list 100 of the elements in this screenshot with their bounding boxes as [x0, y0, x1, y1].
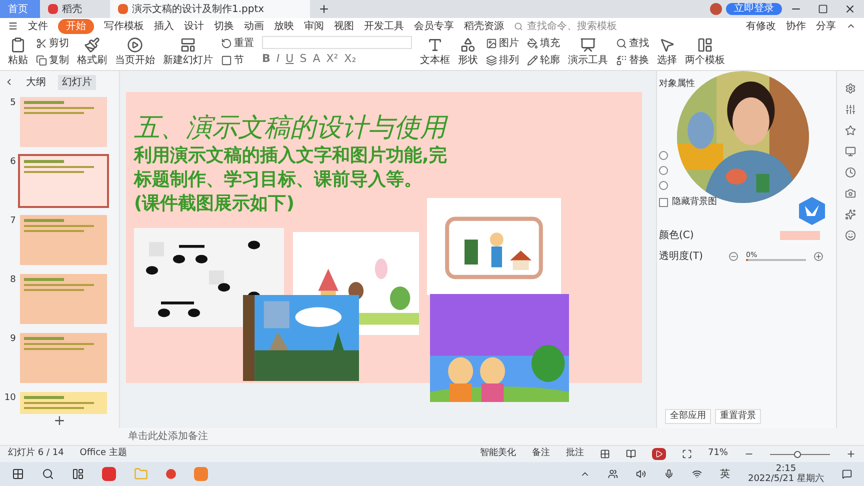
search-icon[interactable]: [42, 468, 54, 480]
search-field[interactable]: 查找命令、搜索模板: [514, 18, 617, 34]
maximize-icon[interactable]: [818, 4, 828, 14]
ribbon-button[interactable]: 轮廓: [527, 53, 560, 68]
slide-thumbnail[interactable]: [20, 274, 107, 324]
menu-tab[interactable]: 设计: [184, 18, 204, 34]
ribbon-button[interactable]: 文本框: [420, 36, 450, 68]
fit-icon[interactable]: [682, 449, 692, 459]
comments-button[interactable]: 批注: [566, 447, 584, 461]
menu-tab[interactable]: 开发工具: [364, 18, 404, 34]
action-button[interactable]: 有修改: [746, 18, 776, 34]
menu-tab[interactable]: 放映: [274, 18, 294, 34]
format-button[interactable]: S: [300, 51, 307, 68]
app-icon[interactable]: [166, 469, 176, 479]
close-icon[interactable]: [844, 3, 856, 15]
radio-button[interactable]: [659, 181, 668, 190]
notification-icon[interactable]: [842, 469, 852, 479]
gear-icon[interactable]: [845, 83, 856, 94]
ribbon-button[interactable]: 图片: [486, 36, 519, 51]
clock-icon[interactable]: [845, 167, 856, 178]
ribbon-button[interactable]: 复制: [36, 53, 69, 68]
reading-view-icon[interactable]: [626, 449, 636, 459]
ribbon-button[interactable]: 形状: [458, 36, 478, 68]
ribbon-button[interactable]: 排列: [486, 53, 519, 68]
ribbon-button[interactable]: 剪切: [36, 36, 69, 51]
slide-text: 标题制作、学习目标、课前导入等。: [134, 168, 423, 192]
slide-thumbnail[interactable]: [20, 97, 107, 147]
ribbon-button[interactable]: 重置: [221, 36, 254, 51]
zoom-thumb[interactable]: [794, 450, 801, 458]
color-dropdown[interactable]: [780, 230, 820, 240]
slide-thumbnail[interactable]: [20, 333, 107, 383]
format-button[interactable]: U: [286, 51, 294, 68]
document-tab[interactable]: 稻壳: [40, 0, 110, 18]
slide-thumbnail[interactable]: [20, 215, 107, 265]
format-button[interactable]: X²: [326, 51, 338, 68]
grid-view-icon[interactable]: [600, 449, 610, 459]
add-slide-button[interactable]: +: [0, 414, 119, 428]
ribbon-button[interactable]: 查找: [616, 36, 649, 51]
menu-tab[interactable]: 视图: [334, 18, 354, 34]
ribbon-button[interactable]: 填充: [527, 36, 560, 51]
ribbon-button[interactable]: 当页开始: [115, 36, 155, 68]
format-button[interactable]: X₂: [344, 51, 356, 68]
monitor-icon[interactable]: [845, 146, 856, 157]
pencil-icon: [527, 55, 538, 66]
microphone-icon[interactable]: [664, 469, 674, 479]
menu-tab[interactable]: 切换: [214, 18, 234, 34]
decrease-icon[interactable]: [729, 252, 738, 260]
ribbon-button[interactable]: 新建幻灯片: [163, 36, 213, 68]
image-icon: [486, 38, 497, 49]
slide-number: 9: [9, 333, 16, 346]
app-icon[interactable]: [102, 467, 116, 481]
menu-tab[interactable]: 会员专享: [414, 18, 454, 34]
panel-button[interactable]: 全部应用: [665, 408, 711, 424]
ribbon-button[interactable]: 替换: [616, 53, 649, 68]
increase-icon[interactable]: [814, 252, 823, 260]
slide-thumbnail[interactable]: [20, 156, 107, 206]
menu-tab[interactable]: 插入: [154, 18, 174, 34]
task-view-icon[interactable]: [72, 468, 84, 480]
action-button[interactable]: 协作: [786, 18, 806, 34]
font-field[interactable]: [262, 36, 412, 50]
ribbon-button[interactable]: 选择: [657, 36, 677, 68]
ribbon-button[interactable]: 格式刷: [77, 36, 107, 68]
ime-indicator[interactable]: 英: [720, 466, 730, 482]
menu-tab[interactable]: 审阅: [304, 18, 324, 34]
notes-field[interactable]: 单击此处添加备注: [128, 429, 208, 444]
menu-tab[interactable]: 写作模板: [104, 18, 144, 34]
document-tab[interactable]: 演示文稿的设计及制作1.pptx: [110, 0, 310, 18]
action-button[interactable]: 分享: [816, 18, 836, 34]
file-menu[interactable]: 文件: [28, 18, 48, 34]
panel-button[interactable]: 重置背景: [715, 408, 761, 424]
zoom-in-icon[interactable]: [846, 449, 856, 459]
notes-button[interactable]: 备注: [532, 447, 550, 461]
login-button[interactable]: 立即登录: [726, 3, 782, 15]
volume-icon[interactable]: [636, 469, 646, 479]
radio-button[interactable]: [659, 166, 668, 175]
panel-tab[interactable]: 幻灯片: [58, 74, 96, 90]
menu-tab[interactable]: 动画: [244, 18, 264, 34]
format-button[interactable]: B: [262, 51, 270, 68]
format-button[interactable]: A: [312, 51, 320, 68]
ribbon-button[interactable]: 节: [221, 53, 254, 68]
radio-button[interactable]: [659, 151, 668, 160]
camera-icon[interactable]: [845, 188, 856, 199]
checkbox[interactable]: [659, 198, 668, 208]
star-icon[interactable]: [845, 125, 856, 136]
ribbon-button[interactable]: 演示工具: [568, 36, 608, 68]
ribbon-button[interactable]: 粘贴: [8, 36, 28, 68]
panel-tab[interactable]: 大纲: [22, 74, 50, 90]
beautify-button[interactable]: 智能美化: [480, 447, 516, 461]
people-icon[interactable]: [608, 469, 618, 479]
ribbon-button[interactable]: 两个模板: [685, 36, 725, 68]
play-icon[interactable]: [652, 448, 666, 460]
windows-icon[interactable]: [12, 468, 24, 480]
new-tab-icon[interactable]: [318, 3, 330, 15]
menu-icon[interactable]: [8, 21, 18, 31]
smile-icon[interactable]: [845, 230, 856, 241]
format-button[interactable]: I: [276, 51, 280, 68]
menu-tab[interactable]: 稻壳资源: [464, 18, 504, 34]
sliders-icon[interactable]: [845, 104, 856, 115]
sparkles-icon[interactable]: [845, 209, 856, 220]
wifi-icon[interactable]: [692, 469, 702, 479]
